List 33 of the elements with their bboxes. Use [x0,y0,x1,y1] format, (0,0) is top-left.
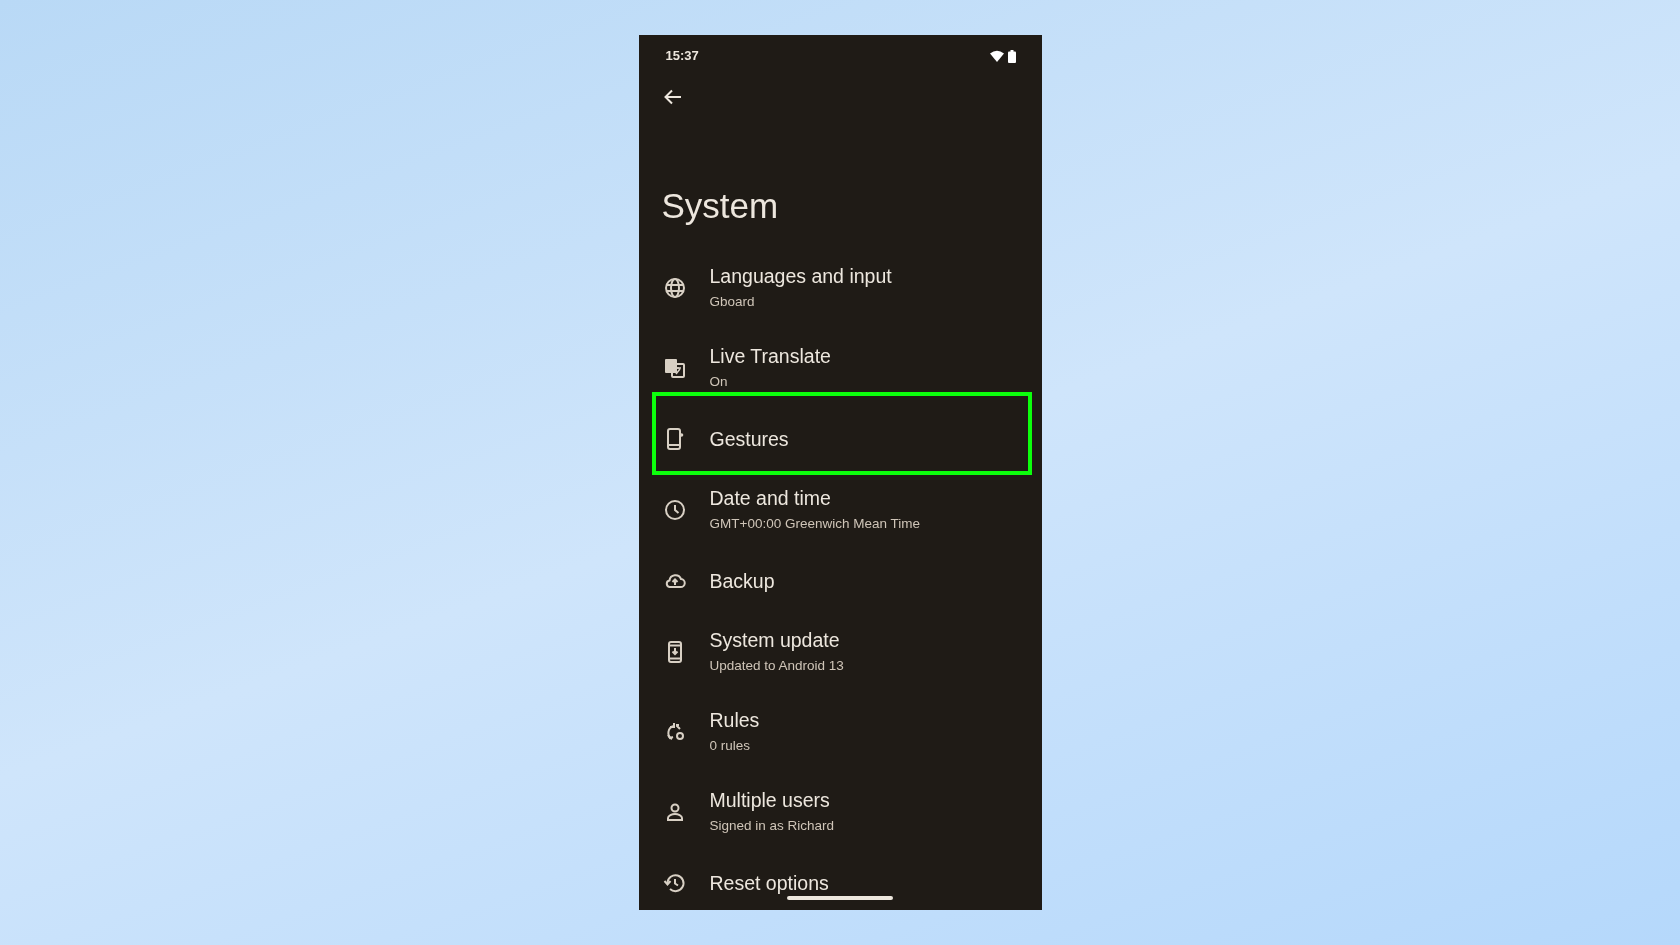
setting-title: System update [709,628,841,653]
settings-row[interactable]: Reset options [638,852,1042,910]
page-title: System [661,185,780,227]
settings-row[interactable]: Date and time GMT+00:00 Greenwich Mean Time [638,470,1042,550]
settings-row[interactable]: Backup [638,550,1042,612]
setting-summary: On [709,372,729,391]
translate-icon [662,356,687,380]
setting-title: Rules [709,708,760,733]
setting-title: Reset options [709,870,829,896]
globe-icon [662,276,687,300]
setting-summary: Updated to Android 13 [709,656,844,675]
settings-row[interactable]: System update Updated to Android 13 [638,612,1042,692]
setting-title: Live Translate [709,344,831,369]
settings-row[interactable]: Gestures [638,408,1042,470]
setting-title: Date and time [709,486,832,511]
setting-summary: Gboard [709,292,756,311]
setting-title: Backup [709,568,775,594]
back-arrow-icon [662,87,683,107]
settings-row[interactable]: Rules 0 rules [638,692,1042,772]
settings-row[interactable]: Multiple users Signed in as Richard [638,772,1042,852]
history-icon [662,871,687,895]
setting-title: Languages and input [709,264,892,289]
setting-title: Multiple users [709,788,831,813]
settings-row[interactable]: Live Translate On [638,328,1042,408]
setting-summary: 0 rules [709,736,752,755]
clock-icon [662,498,687,522]
setting-summary: Signed in as Richard [709,816,835,835]
battery-icon [1007,49,1016,63]
setting-summary: GMT+00:00 Greenwich Mean Time [709,514,920,533]
settings-row[interactable]: Languages and input Gboard [638,248,1042,328]
status-time: 15:37 [665,47,699,66]
setting-title: Gestures [709,426,789,452]
wifi-icon [989,50,1004,62]
